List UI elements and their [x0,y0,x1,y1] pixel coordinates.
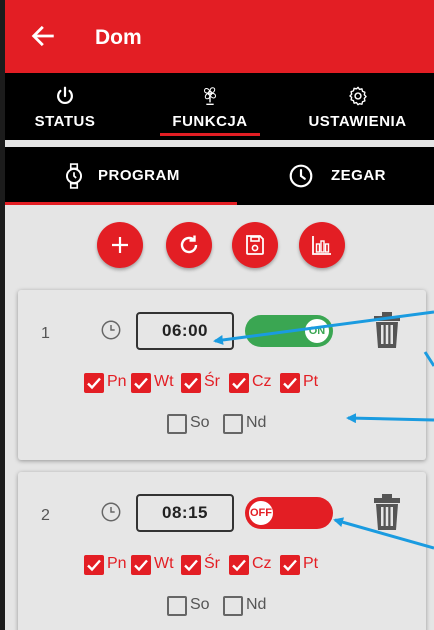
annotation-arrows [213,310,434,550]
annotation-arrow-time [213,310,434,345]
annotation-arrow-toggle [333,517,434,550]
annotation-arrow-days [346,413,434,424]
annotation-arrow-short [423,351,434,367]
